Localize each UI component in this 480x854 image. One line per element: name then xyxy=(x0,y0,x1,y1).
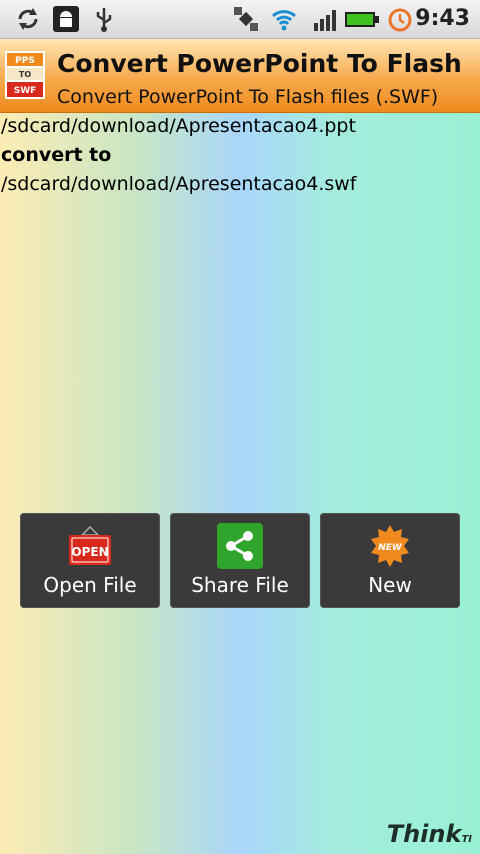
battery-icon xyxy=(345,12,379,27)
new-badge-text: NEW xyxy=(378,543,403,553)
signal-icon xyxy=(314,10,336,31)
app-logo-line-2: TO xyxy=(19,70,31,79)
app-logo-line-3: SWF xyxy=(14,86,37,96)
source-path: /sdcard/download/Apresentacao4.ppt xyxy=(1,115,356,137)
convert-to-label: convert to xyxy=(1,144,112,166)
usb-icon xyxy=(96,8,112,32)
android-debug-icon xyxy=(53,6,79,32)
main-content: /sdcard/download/Apresentacao4.ppt conve… xyxy=(0,113,480,854)
new-label: New xyxy=(368,573,412,597)
wifi-icon xyxy=(271,10,297,31)
share-icon xyxy=(217,523,263,569)
app-subtitle: Convert PowerPoint To Flash files (.SWF) xyxy=(57,86,439,108)
gps-satellite-icon xyxy=(234,7,258,31)
open-file-label: Open File xyxy=(43,573,137,597)
clock: 9:43 xyxy=(415,6,470,31)
share-file-button[interactable]: Share File xyxy=(170,513,310,608)
status-bar: 9:43 xyxy=(0,0,480,39)
open-sign-icon: OPEN xyxy=(69,525,111,565)
brand-text: Think xyxy=(386,820,462,848)
app-logo-line-1: PPS xyxy=(15,56,35,66)
alarm-icon xyxy=(388,8,412,32)
open-file-button[interactable]: OPEN Open File xyxy=(20,513,160,608)
app-title-bar: PPS TO SWF Convert PowerPoint To Flash C… xyxy=(0,39,480,113)
new-button[interactable]: NEW New xyxy=(320,513,460,608)
open-sign-text: OPEN xyxy=(71,545,108,559)
sync-icon xyxy=(18,8,38,30)
app-logo-icon: PPS TO SWF xyxy=(5,51,45,99)
app-title: Convert PowerPoint To Flash xyxy=(57,49,462,78)
brand-suffix: TI xyxy=(461,834,472,845)
new-badge-icon: NEW xyxy=(371,525,409,567)
brand-logo: ThinkTI xyxy=(387,820,472,848)
target-path: /sdcard/download/Apresentacao4.swf xyxy=(1,173,357,195)
share-file-label: Share File xyxy=(191,573,289,597)
